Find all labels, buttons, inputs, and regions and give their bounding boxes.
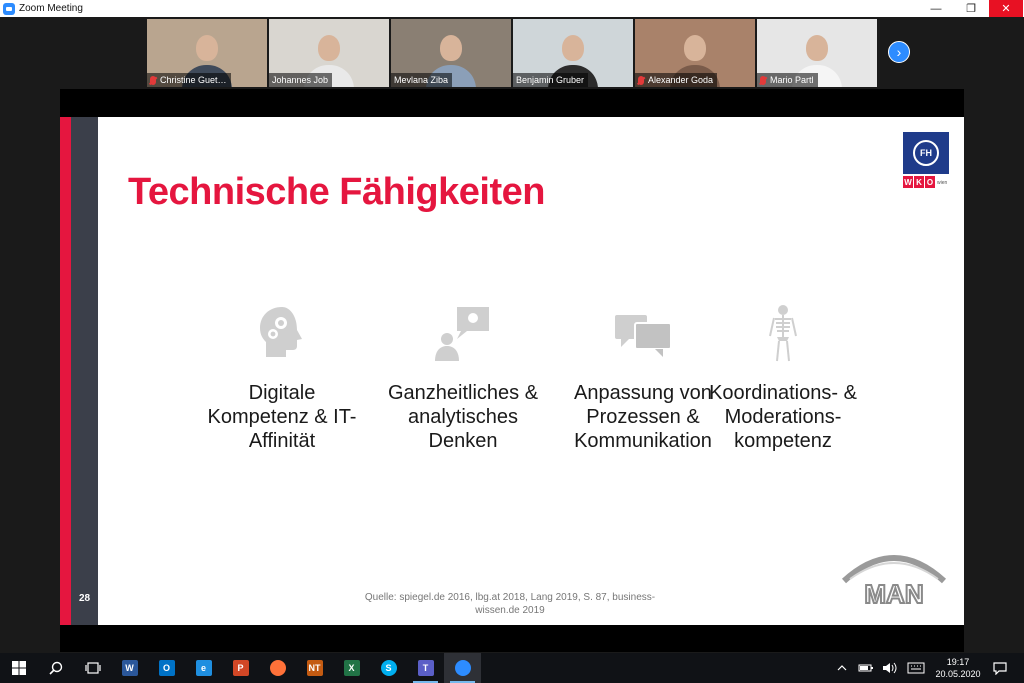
participant-tile[interactable]: Mario Partl — [757, 19, 877, 87]
participant-head — [318, 35, 340, 61]
participant-head — [440, 35, 462, 61]
participant-namebar: Benjamin Gruber — [513, 73, 589, 87]
tray-show-hidden-icon[interactable] — [834, 653, 850, 683]
participant-tile[interactable]: Alexander Goda — [635, 19, 755, 87]
slide-title: Technische Fähigkeiten — [128, 171, 545, 213]
taskbar-apps: W Oe P NT X S T — [111, 653, 481, 683]
taskbar-app-word[interactable]: W — [111, 653, 148, 683]
slide-side-bar — [71, 117, 98, 625]
meeting-area: Christine Guet… Johannes Job Mevlana Ziba B… — [0, 17, 1024, 653]
participant-name: Christine Guet… — [160, 75, 227, 85]
search-icon — [48, 661, 62, 675]
taskbar-clock[interactable]: 19:17 20.05.2020 — [930, 656, 986, 680]
wko-letter-o: O — [925, 176, 935, 188]
search-button[interactable] — [37, 653, 74, 683]
task-view-button[interactable] — [74, 653, 111, 683]
taskbar-app-zoom[interactable] — [444, 653, 481, 683]
taskbar-app-skype[interactable]: S — [370, 653, 407, 683]
window-titlebar: Zoom Meeting — ❐ ✕ — [0, 0, 1024, 17]
participant-name: Benjamin Gruber — [516, 75, 585, 85]
presentation-slide: 28 Technische Fähigkeiten FH W K O wien — [60, 117, 964, 625]
participant-head — [806, 35, 828, 61]
windows-logo-icon — [11, 661, 26, 675]
start-button[interactable] — [0, 653, 37, 683]
participant-name: Alexander Goda — [648, 75, 714, 85]
wko-subtitle: wien — [937, 180, 948, 186]
gallery-next-button[interactable]: › — [888, 41, 910, 63]
participant-head — [562, 35, 584, 61]
taskbar-app-edge[interactable]: e — [185, 653, 222, 683]
taskbar-app-excel[interactable]: X — [333, 653, 370, 683]
fh-logo-mark: FH — [913, 140, 939, 166]
minimize-button[interactable]: — — [919, 0, 953, 17]
participant-tile[interactable]: Johannes Job — [269, 19, 389, 87]
feature-label: Digitale Kompetenz & IT-Affinität — [207, 382, 357, 452]
muted-mic-icon — [760, 75, 766, 85]
taskbar-app-firefox[interactable] — [259, 653, 296, 683]
zoom-app-icon — [3, 2, 15, 15]
clock-date: 20.05.2020 — [935, 669, 981, 679]
head-gears-icon — [260, 307, 302, 357]
excel-icon: X — [343, 660, 360, 676]
feature-holistic-thinking: Ganzheitliches & analytisches Denken — [378, 303, 548, 453]
participant-namebar: Mario Partl — [757, 73, 818, 87]
fh-wko-logo: FH W K O wien — [903, 132, 949, 190]
chat-bubbles-icon — [615, 315, 672, 357]
slide-accent-bar — [60, 117, 71, 625]
restore-button[interactable]: ❐ — [954, 0, 988, 17]
feature-digital-competence: Digitale Kompetenz & IT-Affinität — [197, 303, 367, 453]
clock-time: 19:17 — [946, 657, 970, 667]
participant-name: Johannes Job — [272, 75, 329, 85]
volume-icon[interactable] — [880, 653, 900, 683]
participant-head — [684, 35, 706, 61]
zoom-icon — [454, 660, 471, 676]
taskbar-app-nero[interactable]: NT — [296, 653, 333, 683]
skeleton-icon — [769, 305, 797, 362]
taskbar-app-outlook[interactable]: O — [148, 653, 185, 683]
participant-namebar: Mevlana Ziba — [391, 73, 453, 87]
man-logo-text: MAN — [864, 579, 923, 609]
skype-icon: S — [380, 660, 397, 676]
wko-letter-k: K — [914, 176, 924, 188]
muted-mic-icon — [150, 75, 156, 85]
nero-icon: NT — [306, 660, 323, 676]
muted-mic-icon — [638, 75, 644, 85]
keyboard-icon[interactable] — [904, 653, 928, 683]
edge-icon: e — [195, 660, 212, 676]
person-idea-icon — [435, 307, 489, 361]
participant-head — [196, 35, 218, 61]
close-button[interactable]: ✕ — [989, 0, 1023, 17]
participant-tile[interactable]: Mevlana Ziba — [391, 19, 511, 87]
participant-namebar: Alexander Goda — [635, 73, 718, 87]
taskbar-app-powerpoint[interactable]: P — [222, 653, 259, 683]
word-icon: W — [121, 660, 138, 676]
notifications-icon[interactable] — [990, 653, 1010, 683]
feature-label: Koordinations- & Moderations-kompetenz — [709, 382, 857, 452]
slide-page-number: 28 — [78, 593, 91, 604]
feature-coordination: Koordinations- & Moderations-kompetenz — [698, 303, 868, 453]
shared-screen: 28 Technische Fähigkeiten FH W K O wien — [60, 89, 964, 652]
powerpoint-icon: P — [232, 660, 249, 676]
battery-icon[interactable] — [856, 653, 876, 683]
window-title: Zoom Meeting — [19, 3, 83, 14]
teams-icon: T — [417, 660, 434, 676]
participant-tile[interactable]: Benjamin Gruber — [513, 19, 633, 87]
slide-source: Quelle: spiegel.de 2016, lbg.at 2018, La… — [364, 592, 656, 616]
participant-namebar: Christine Guet… — [147, 73, 231, 87]
man-logo: MAN — [841, 555, 947, 610]
participant-tile[interactable]: Christine Guet… — [147, 19, 267, 87]
wko-letter-w: W — [903, 176, 913, 188]
firefox-icon — [269, 660, 286, 676]
participant-gallery: Christine Guet… Johannes Job Mevlana Ziba B… — [147, 19, 877, 87]
task-view-icon — [84, 662, 101, 674]
participant-namebar: Johannes Job — [269, 73, 333, 87]
taskbar-app-teams[interactable]: T — [407, 653, 444, 683]
feature-label: Ganzheitliches & analytisches Denken — [387, 382, 539, 452]
participant-name: Mevlana Ziba — [394, 75, 449, 85]
participant-name: Mario Partl — [770, 75, 814, 85]
outlook-icon: O — [158, 660, 175, 676]
